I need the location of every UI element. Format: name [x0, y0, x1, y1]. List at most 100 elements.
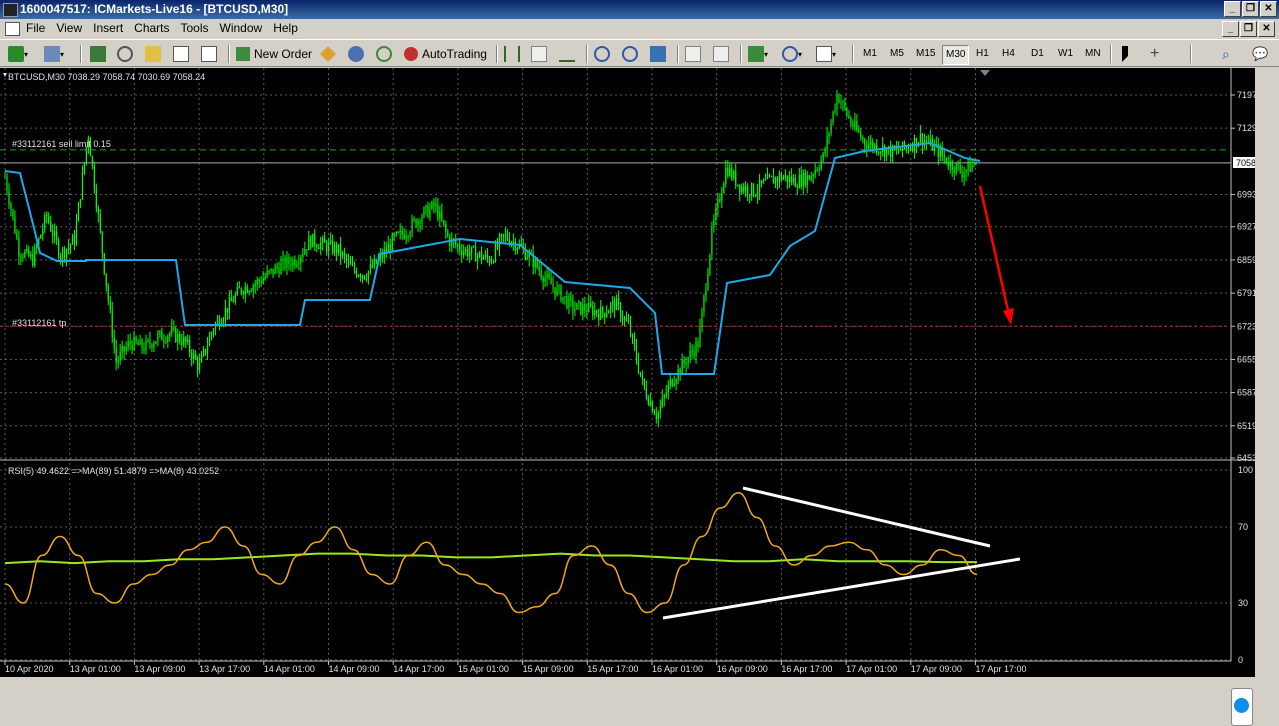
candle-body — [58, 240, 60, 257]
candle-body — [187, 339, 189, 342]
candle-body — [804, 172, 806, 186]
data-window-button[interactable] — [117, 44, 133, 64]
candle-body — [572, 299, 574, 312]
autotrading-button[interactable]: AutoTrading — [404, 44, 487, 64]
candle-body — [780, 174, 783, 180]
candle-body — [24, 251, 26, 258]
candle-body — [949, 161, 951, 167]
candle-body — [671, 379, 673, 386]
restore-button[interactable]: ❐ — [1242, 1, 1259, 17]
candle-body — [649, 401, 651, 405]
candle-body — [332, 240, 334, 253]
new-order-label: New Order — [254, 47, 313, 61]
candle-body — [240, 288, 242, 293]
candle-body — [288, 256, 290, 264]
time-tick-label: 16 Apr 09:00 — [717, 664, 768, 674]
strategy-tester-button[interactable] — [201, 44, 217, 64]
menu-insert[interactable]: Insert — [91, 21, 132, 36]
bar-chart-icon — [504, 46, 520, 62]
meta-editor-button[interactable] — [320, 44, 336, 64]
timeframe-h1[interactable]: H1 — [973, 45, 992, 63]
auto-scroll-button[interactable] — [685, 44, 701, 64]
indicator-header: RSI(5) 49.4622 =>MA(89) 51.4879 =>MA(8) … — [8, 466, 219, 476]
crosshair-button[interactable]: + — [1150, 44, 1159, 64]
minimize-button[interactable]: _ — [1224, 1, 1241, 17]
timeframe-mn[interactable]: MN — [1082, 45, 1104, 63]
search-button[interactable]: ⌕ — [1222, 44, 1230, 64]
chart-shift-marker[interactable] — [980, 70, 990, 76]
candle-body — [359, 275, 362, 278]
candle-body — [286, 256, 288, 268]
mdi-minimize-button[interactable]: _ — [1222, 21, 1239, 37]
templates-button[interactable]: ▾ — [816, 44, 836, 64]
zoom-in-button[interactable] — [594, 44, 610, 64]
close-button[interactable]: ✕ — [1260, 1, 1277, 17]
candle-body — [296, 264, 298, 267]
timeframe-w1[interactable]: W1 — [1055, 45, 1076, 63]
price-chart[interactable]: 7197.40 7129.40 6993.40 6927.40 6859.40 6791.… — [0, 68, 1255, 677]
menu-help[interactable]: Help — [271, 21, 307, 36]
candle-body — [44, 215, 46, 230]
new-chart-button[interactable]: ▾ — [8, 44, 28, 64]
timeframe-m15[interactable]: M15 — [913, 45, 938, 63]
signals-button[interactable] — [376, 44, 392, 64]
chart-window[interactable]: 7197.40 7129.40 6993.40 6927.40 6859.40 6791.… — [0, 68, 1255, 726]
candle-body — [699, 327, 701, 348]
price-tick-label: 6655.40 — [1237, 354, 1255, 364]
candlestick-button[interactable] — [531, 44, 547, 64]
candle-body — [911, 147, 914, 151]
candle-body — [727, 167, 729, 176]
cursor-button[interactable] — [1118, 44, 1128, 64]
zoom-out-button[interactable] — [622, 44, 638, 64]
community-button[interactable] — [348, 44, 364, 64]
upper-trendline[interactable] — [742, 486, 991, 548]
timeframe-m5[interactable]: M5 — [887, 45, 907, 63]
candle-body — [147, 339, 149, 341]
new-order-button[interactable]: New Order — [236, 44, 312, 64]
menu-window[interactable]: Window — [218, 21, 272, 36]
chat-button[interactable]: 💬 — [1252, 44, 1268, 64]
candle-body — [824, 150, 826, 154]
indicators-button[interactable]: ▾ — [748, 44, 768, 64]
candle-body — [471, 246, 473, 253]
chart-shift-button[interactable] — [713, 44, 729, 64]
bar-chart-button[interactable] — [504, 44, 520, 64]
candle-body — [800, 175, 802, 187]
periods-button[interactable]: ▾ — [782, 44, 802, 64]
candle-body — [961, 171, 963, 178]
candle-body — [661, 397, 663, 407]
menu-view[interactable]: View — [54, 21, 91, 36]
candle-body — [766, 174, 769, 180]
mdi-close-button[interactable]: ✕ — [1258, 21, 1275, 37]
market-watch-button[interactable] — [90, 44, 106, 64]
menu-tools[interactable]: Tools — [179, 21, 218, 36]
candle-body — [733, 171, 735, 179]
tile-windows-button[interactable] — [650, 44, 666, 64]
candle-body — [623, 317, 626, 320]
candle-body — [588, 302, 590, 312]
navigator-button[interactable] — [145, 44, 161, 64]
candle-body — [975, 163, 977, 165]
down-arrow-line[interactable] — [978, 185, 1011, 316]
candle-body — [925, 140, 927, 142]
terminal-button[interactable] — [173, 44, 189, 64]
timeframe-m30[interactable]: M30 — [942, 45, 970, 65]
candle-body — [298, 263, 300, 265]
timeframe-h4[interactable]: H4 — [999, 45, 1018, 63]
teamviewer-button[interactable] — [1231, 688, 1253, 726]
mdi-restore-button[interactable]: ❐ — [1240, 21, 1257, 37]
candle-body — [548, 273, 550, 278]
candle-body — [276, 266, 278, 269]
menu-charts[interactable]: Charts — [132, 21, 178, 36]
time-tick-label: 16 Apr 17:00 — [781, 664, 832, 674]
line-chart-button[interactable] — [559, 44, 575, 64]
window-title: 1600047517: ICMarkets-Live16 - [BTCUSD,M… — [20, 2, 289, 16]
menu-file[interactable]: File — [24, 21, 54, 36]
profiles-button[interactable]: ▾ — [44, 44, 64, 64]
candle-body — [786, 175, 788, 183]
timeframe-d1[interactable]: D1 — [1028, 45, 1047, 63]
timeframe-m1[interactable]: M1 — [860, 45, 880, 63]
candle-body — [145, 339, 147, 352]
candle-body — [439, 211, 441, 219]
candle-body — [367, 271, 369, 280]
